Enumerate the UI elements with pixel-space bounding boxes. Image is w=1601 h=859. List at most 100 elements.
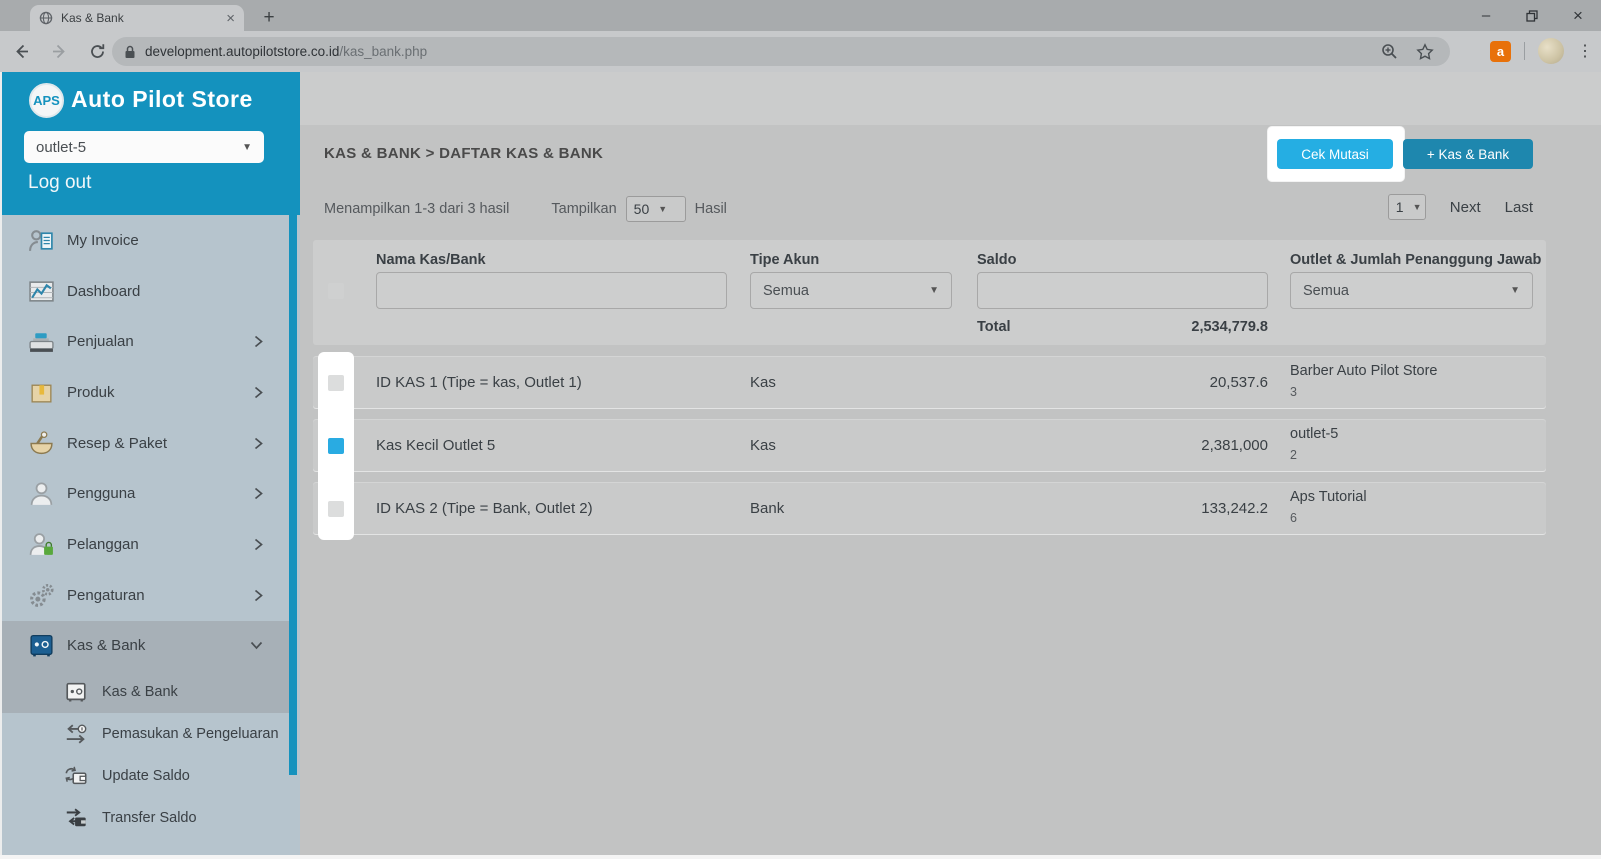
row-checkbox[interactable] xyxy=(328,501,344,517)
add-kas-bank-button[interactable]: + Kas & Bank xyxy=(1403,139,1533,169)
sidebar-item-pengaturan[interactable]: Pengaturan xyxy=(0,570,289,621)
caret-down-icon: ▼ xyxy=(929,285,939,296)
zoom-page-icon[interactable] xyxy=(1381,43,1398,60)
sidebar-item-label: Resep & Paket xyxy=(67,435,167,452)
caret-down-icon: ▼ xyxy=(658,204,667,214)
logout-link[interactable]: Log out xyxy=(28,172,91,194)
row-tipe: Bank xyxy=(750,483,784,534)
caret-down-icon: ▼ xyxy=(1413,202,1422,212)
sidebar-item-label: Update Saldo xyxy=(102,768,190,784)
cek-mutasi-button[interactable]: Cek Mutasi xyxy=(1277,139,1393,169)
sidebar-item-penjualan[interactable]: Penjualan xyxy=(0,316,289,367)
window-close-button[interactable]: × xyxy=(1555,0,1601,31)
browser-tab[interactable]: Kas & Bank × xyxy=(30,5,244,31)
sidebar-item-label: Dashboard xyxy=(67,283,140,300)
safe-outline-icon xyxy=(64,680,88,704)
product-icon xyxy=(28,379,55,406)
window-edge xyxy=(0,72,2,859)
row-saldo: 20,537.6 xyxy=(1068,357,1268,408)
sidebar-item-kas-bank[interactable]: Kas & Bank xyxy=(0,621,289,672)
extension-icon[interactable]: a xyxy=(1490,41,1511,62)
sidebar-item-label: Kas & Bank xyxy=(102,684,178,700)
tab-close-icon[interactable]: × xyxy=(226,11,235,26)
chevron-right-icon xyxy=(254,538,263,551)
dashboard-icon xyxy=(28,278,55,305)
page-number-value: 1 xyxy=(1396,199,1404,215)
page-size-value: 50 xyxy=(634,201,650,217)
sidebar-item-produk[interactable]: Produk xyxy=(0,367,289,418)
saldo-filter-input[interactable] xyxy=(977,272,1268,309)
sidebar-item-dashboard[interactable]: Dashboard xyxy=(0,266,289,317)
sidebar-item-pengguna[interactable]: Pengguna xyxy=(0,468,289,519)
main-content: KAS & BANK > DAFTAR KAS & BANK Cek Mutas… xyxy=(300,72,1601,859)
results-count-text: Menampilkan 1-3 dari 3 hasil xyxy=(324,201,509,217)
sidebar-item-label: Pelanggan xyxy=(67,536,139,553)
recipe-icon xyxy=(28,430,55,457)
window-bottom-edge xyxy=(0,855,1601,859)
sidebar-item-pelanggan[interactable]: Pelanggan xyxy=(0,519,289,570)
last-page-link[interactable]: Last xyxy=(1505,199,1533,216)
total-label: Total xyxy=(977,319,1011,335)
hasil-label: Hasil xyxy=(695,201,727,217)
chevron-right-icon xyxy=(254,386,263,399)
outlet-select-value: outlet-5 xyxy=(36,139,86,156)
tipe-filter-select[interactable]: Semua ▼ xyxy=(750,272,952,309)
row-saldo: 133,242.2 xyxy=(1068,483,1268,534)
sidebar-header: APS Auto Pilot Store outlet-5 ▼ Log out xyxy=(0,72,300,215)
update-balance-icon xyxy=(64,764,88,788)
main-topbar xyxy=(300,72,1601,125)
row-name: ID KAS 2 (Tipe = Bank, Outlet 2) xyxy=(376,483,593,534)
row-checkbox-checked[interactable] xyxy=(328,438,344,454)
new-tab-button[interactable]: + xyxy=(256,5,282,31)
row-outlet: Aps Tutorial xyxy=(1290,489,1367,505)
page-number-select[interactable]: 1 ▼ xyxy=(1388,194,1426,220)
tipe-filter-value: Semua xyxy=(763,283,809,299)
profile-avatar[interactable] xyxy=(1538,38,1564,64)
safe-icon xyxy=(28,632,55,659)
sidebar-subitem-update-saldo[interactable]: Update Saldo xyxy=(0,755,289,797)
url-text: development.autopilotstore.co.id/kas_ban… xyxy=(145,44,1381,59)
sidebar-item-label: Kas & Bank xyxy=(67,637,145,654)
transfer-balance-icon xyxy=(64,806,88,830)
url-bar[interactable]: development.autopilotstore.co.id/kas_ban… xyxy=(112,37,1450,66)
back-icon[interactable] xyxy=(4,35,38,69)
table-row[interactable]: ID KAS 1 (Tipe = kas, Outlet 1)Kas20,537… xyxy=(313,357,1546,408)
sidebar-item-label: Transfer Saldo xyxy=(102,810,197,826)
browser-menu-icon[interactable]: ⋮ xyxy=(1577,41,1593,61)
row-name: Kas Kecil Outlet 5 xyxy=(376,420,495,471)
toolbar-separator xyxy=(1524,42,1525,60)
name-filter-input[interactable] xyxy=(376,272,727,309)
sidebar-subitem-pemasukan-pengeluaran[interactable]: Pemasukan & Pengeluaran xyxy=(0,713,289,755)
table-row[interactable]: Kas Kecil Outlet 5Kas2,381,000outlet-52 xyxy=(313,420,1546,471)
row-tipe: Kas xyxy=(750,357,776,408)
sidebar-item-my-invoice[interactable]: My Invoice xyxy=(0,215,289,266)
select-all-checkbox[interactable] xyxy=(328,283,344,299)
window-restore-button[interactable] xyxy=(1509,0,1555,31)
tampilkan-label: Tampilkan xyxy=(551,201,616,217)
window-minimize-button[interactable]: – xyxy=(1463,0,1509,31)
row-outlet: outlet-5 xyxy=(1290,426,1338,442)
page-size-select[interactable]: 50 ▼ xyxy=(626,196,686,222)
sidebar-subitem-transfer-saldo[interactable]: Transfer Saldo xyxy=(0,797,289,839)
browser-tab-strip: Kas & Bank × + – × xyxy=(0,0,1601,31)
reload-icon[interactable] xyxy=(80,35,114,69)
forward-icon[interactable] xyxy=(42,35,76,69)
table-row[interactable]: ID KAS 2 (Tipe = Bank, Outlet 2) Bank 133,… xyxy=(313,483,1546,534)
chevron-down-icon xyxy=(250,641,263,650)
row-checkbox[interactable] xyxy=(328,375,344,391)
sidebar-subitem-kas-bank[interactable]: Kas & Bank xyxy=(0,671,289,713)
sidebar-scrollbar[interactable] xyxy=(289,215,297,775)
next-page-link[interactable]: Next xyxy=(1450,199,1481,216)
sidebar-item-resep-paket[interactable]: Resep & Paket xyxy=(0,418,289,469)
bookmark-star-icon[interactable] xyxy=(1416,43,1434,61)
chevron-right-icon xyxy=(254,589,263,602)
column-header-saldo: Saldo xyxy=(977,252,1016,268)
sidebar-item-label: Penjualan xyxy=(67,333,134,350)
outlet-filter-select[interactable]: Semua ▼ xyxy=(1290,272,1533,309)
aps-logo-icon: APS xyxy=(29,83,64,118)
row-count: 3 xyxy=(1290,385,1297,399)
outlet-select[interactable]: outlet-5 ▼ xyxy=(24,131,264,163)
caret-down-icon: ▼ xyxy=(242,142,252,153)
sidebar-item-label: My Invoice xyxy=(67,232,139,249)
customer-icon xyxy=(28,531,55,558)
